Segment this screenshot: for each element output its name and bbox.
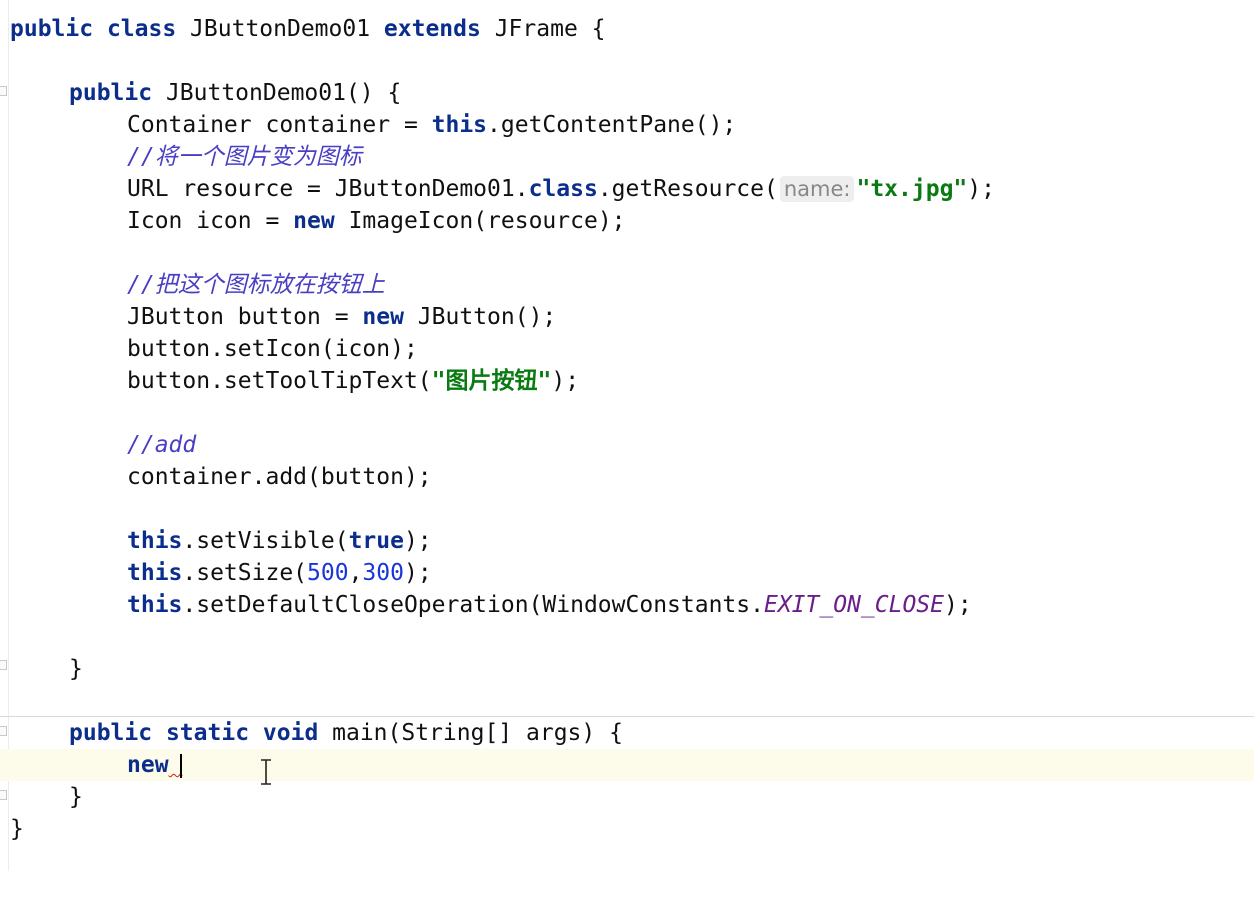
code-text: .getContentPane(); [487,112,737,138]
code-line-closing-brace[interactable]: } [0,781,1254,813]
keyword-static: static [165,720,250,746]
code-line-constructor[interactable]: public JButtonDemo01() { [0,77,1254,109]
code-text: .setSize( [182,560,308,586]
code-line-closing-brace[interactable]: } [0,653,1254,685]
number-literal: 300 [362,560,404,586]
string-literal: "tx.jpg" [856,176,968,202]
keyword-new: new [127,752,169,778]
code-line-set-size[interactable]: this.setSize(500,300); [0,557,1254,589]
code-text: JButtonDemo01() { [152,80,402,106]
number-literal: 500 [307,560,349,586]
code-text: button.setIcon(icon); [127,336,418,362]
code-line-main[interactable]: public static void main(String[] args) { [0,717,1254,749]
code-line-url-resource[interactable]: URL resource = JButtonDemo01.class.getRe… [0,173,1254,205]
code-text: , [348,560,363,586]
code-text: Container container = [127,112,432,138]
code-text: JButton button = [127,304,363,330]
code-text: Icon icon = [127,208,294,234]
keyword-this: this [127,592,183,618]
keyword-extends: extends [383,16,481,42]
code-line-tooltip[interactable]: button.setToolTipText("图片按钮"); [0,365,1254,397]
code-text: button.setToolTipText( [127,368,432,394]
code-text: container.add(button); [127,464,432,490]
code-text: .getResource( [597,176,778,202]
code-editor[interactable]: public class JButtonDemo01 extends JFram… [0,0,1254,871]
keyword-new: new [293,208,335,234]
code-text: main(String[] args) { [318,720,623,746]
code-line-jbutton[interactable]: JButton button = new JButton(); [0,301,1254,333]
code-comment: //将一个图片变为图标 [127,144,362,170]
code-text: ); [944,592,972,618]
keyword-this: this [127,528,183,554]
keyword-new: new [362,304,404,330]
code-text: JFrame { [480,16,606,42]
code-line-comment[interactable]: //将一个图片变为图标 [0,141,1254,173]
code-line-icon[interactable]: Icon icon = new ImageIcon(resource); [0,205,1254,237]
code-line-set-visible[interactable]: this.setVisible(true); [0,525,1254,557]
keyword-public: public [69,80,153,106]
text-caret [180,753,183,778]
code-text: } [69,784,83,810]
parameter-hint: name: [779,176,855,202]
code-text: .setVisible( [182,528,349,554]
code-line-close-operation[interactable]: this.setDefaultCloseOperation(WindowCons… [0,589,1254,621]
code-comment: //add [127,432,197,458]
keyword-void: void [262,720,319,746]
code-text: ); [551,368,580,394]
keyword-class: class [528,176,598,202]
code-text: ); [403,560,432,586]
code-line-set-icon[interactable]: button.setIcon(icon); [0,333,1254,365]
keyword-public: public [69,720,153,746]
code-text: } [10,816,24,842]
code-line-add[interactable]: container.add(button); [0,461,1254,493]
code-line-class-declaration[interactable]: public class JButtonDemo01 extends JFram… [0,13,1254,45]
code-line-comment[interactable]: //把这个图标放在按钮上 [0,269,1254,301]
code-text: ImageIcon(resource); [334,208,626,234]
keyword-true: true [348,528,404,554]
keyword-public: public [10,16,94,42]
code-text: ); [403,528,432,554]
keyword-this: this [127,560,183,586]
ibeam-cursor-icon [261,759,271,785]
code-comment: //把这个图标放在按钮上 [127,272,385,298]
code-line-container[interactable]: Container container = this.getContentPan… [0,109,1254,141]
keyword-class: class [106,16,177,42]
code-text: URL resource = JButtonDemo01. [127,176,529,202]
code-line-comment[interactable]: //add [0,429,1254,461]
string-literal: "图片按钮" [431,368,552,394]
keyword-this: this [431,112,488,138]
code-line-current[interactable]: new [0,749,1254,781]
code-text: JButton(); [403,304,557,330]
code-text: JButtonDemo01 [176,16,384,42]
code-line-closing-brace[interactable]: } [0,813,1254,845]
code-text: .setDefaultCloseOperation(WindowConstant… [182,592,764,618]
constant-exit-on-close: EXIT_ON_CLOSE [763,592,944,618]
code-text: } [69,656,83,682]
code-text: ); [967,176,995,202]
